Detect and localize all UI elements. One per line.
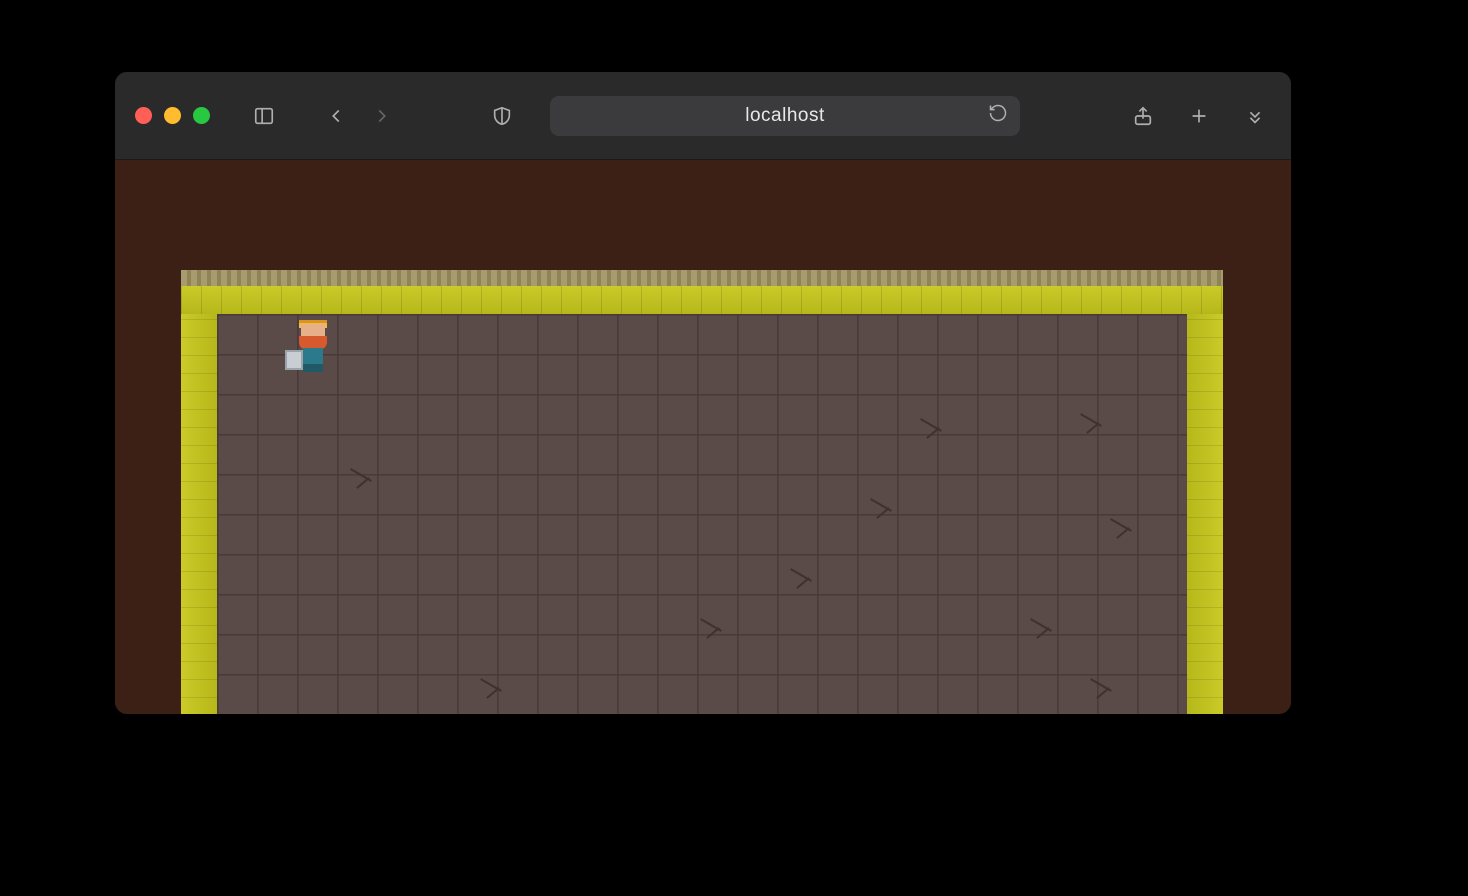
player-body	[303, 348, 323, 364]
address-text: localhost	[745, 105, 825, 127]
player-sprite[interactable]	[285, 322, 337, 374]
maximize-window-button[interactable]	[193, 107, 210, 124]
floor-crack	[1087, 674, 1117, 704]
address-bar[interactable]: localhost	[550, 96, 1020, 136]
new-tab-icon[interactable]	[1183, 100, 1215, 132]
page-content	[115, 160, 1291, 714]
sidebar-toggle-icon[interactable]	[248, 100, 280, 132]
browser-toolbar: localhost	[115, 72, 1291, 160]
floor-crack	[347, 464, 377, 494]
minimize-window-button[interactable]	[164, 107, 181, 124]
wall-top-edge	[181, 270, 1223, 286]
chest-sprite	[285, 350, 303, 370]
browser-window: localhost	[115, 72, 1291, 714]
floor-crack	[1027, 614, 1057, 644]
forward-icon[interactable]	[366, 100, 398, 132]
tabs-overflow-icon[interactable]	[1239, 100, 1271, 132]
toolbar-right	[1127, 100, 1271, 132]
wall-left	[181, 314, 217, 714]
dungeon-floor	[217, 314, 1187, 714]
close-window-button[interactable]	[135, 107, 152, 124]
shield-privacy-icon[interactable]	[486, 100, 518, 132]
window-controls	[135, 107, 210, 124]
floor-crack	[917, 414, 947, 444]
player-legs	[303, 364, 323, 372]
wall-right	[1187, 314, 1223, 714]
wall-top	[181, 286, 1223, 314]
floor-crack	[1107, 514, 1137, 544]
floor-crack	[867, 494, 897, 524]
floor-crack	[477, 674, 507, 704]
floor-crack	[1077, 409, 1107, 439]
floor-crack	[697, 614, 727, 644]
floor-crack	[787, 564, 817, 594]
game-viewport[interactable]	[181, 270, 1223, 714]
back-icon[interactable]	[320, 100, 352, 132]
share-icon[interactable]	[1127, 100, 1159, 132]
reload-icon[interactable]	[988, 103, 1008, 128]
